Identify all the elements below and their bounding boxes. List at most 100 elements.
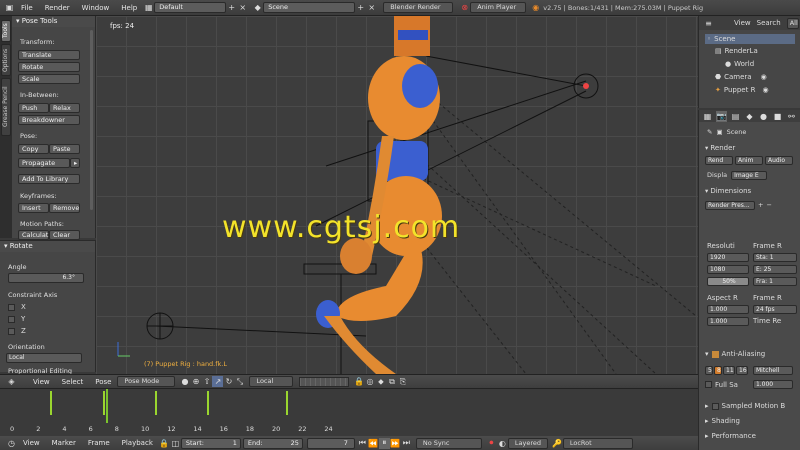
object-tab-icon[interactable]: ■ xyxy=(772,111,783,122)
jump-start-icon[interactable]: ⏮ xyxy=(357,438,368,449)
vp-select-menu[interactable]: Select xyxy=(56,378,90,386)
keyframe-marker[interactable] xyxy=(286,391,288,415)
render-still-button[interactable]: Rend xyxy=(705,155,733,165)
layers-grid[interactable] xyxy=(299,376,350,387)
performance-panel-header[interactable]: ▸ Performance xyxy=(705,432,756,440)
dimensions-panel-header[interactable]: ▾ Dimensions xyxy=(699,185,800,197)
tl-marker-menu[interactable]: Marker xyxy=(46,439,82,447)
rotate-manip-icon[interactable]: ↻ xyxy=(223,376,234,387)
constraints-tab-icon[interactable]: ⚯ xyxy=(786,111,797,122)
clear-paths-button[interactable]: Clear xyxy=(49,230,80,240)
remove-keyframe-button[interactable]: Remove xyxy=(49,203,80,213)
toolshelf-scrollbar[interactable] xyxy=(90,30,93,210)
outliner-view-menu[interactable]: View xyxy=(734,19,751,27)
axis-x-checkbox[interactable]: X xyxy=(8,303,26,311)
keyframe-marker[interactable] xyxy=(50,391,53,415)
outliner-editor-icon[interactable]: ≡ xyxy=(703,18,714,29)
outliner-item-camera[interactable]: ⬣ Camera ◉ xyxy=(715,73,767,81)
render-animation-button[interactable]: Anim xyxy=(735,155,763,165)
stop-icon[interactable]: ⊗ xyxy=(459,2,470,13)
outliner-display-select[interactable]: All xyxy=(786,17,799,29)
propagate-button[interactable]: Propagate xyxy=(18,158,70,168)
aa-samples-11[interactable]: 11 xyxy=(723,366,735,375)
remove-scene-icon[interactable]: × xyxy=(366,2,377,13)
aa-filter-select[interactable]: Mitchell xyxy=(753,366,793,375)
manipulator-icon[interactable]: ⇧ xyxy=(201,376,212,387)
translate-manip-icon[interactable]: ↗ xyxy=(212,376,224,387)
start-frame-field[interactable]: Start: 1 xyxy=(180,437,241,449)
paste-pose-button[interactable]: Paste xyxy=(49,144,80,154)
insert-keyframe-button[interactable]: Insert xyxy=(18,203,49,213)
add-preset-icon[interactable]: + xyxy=(758,201,763,209)
render-engine-select[interactable]: Blender Render xyxy=(383,2,454,13)
copy-pose-button[interactable]: Copy xyxy=(18,144,49,154)
aspect-y-field[interactable]: 1.000 xyxy=(707,317,749,326)
full-sample-checkbox[interactable] xyxy=(705,381,712,388)
menu-help[interactable]: Help xyxy=(115,4,143,12)
motion-blur-panel-header[interactable]: ▸ Sampled Motion B xyxy=(705,402,785,410)
scene-icon[interactable]: ◆ xyxy=(252,2,263,13)
outliner-item-puppet-rig[interactable]: ✦ Puppet R ◉ xyxy=(715,86,769,94)
editor-type-icon[interactable]: ◈ xyxy=(6,376,17,387)
aa-size-field[interactable]: 1.000 xyxy=(752,380,793,389)
outliner-item-renderlayers[interactable]: ▤ RenderLa xyxy=(715,47,758,55)
breakdowner-button[interactable]: Breakdowner xyxy=(18,115,80,125)
prev-keyframe-icon[interactable]: ⏪ xyxy=(368,438,379,449)
axis-y-checkbox[interactable]: Y xyxy=(8,315,25,323)
scale-manip-icon[interactable]: ⤡ xyxy=(234,376,245,387)
keying-set-icon[interactable]: 🔑 xyxy=(552,438,563,449)
timeline-editor[interactable]: 0 2 4 6 8 10 12 14 16 18 20 22 24 xyxy=(0,388,698,436)
current-frame-marker[interactable] xyxy=(105,389,108,423)
render-audio-button[interactable]: Audio xyxy=(765,155,793,165)
outliner-item-world[interactable]: ● World xyxy=(725,60,754,68)
shading-icon[interactable]: ● xyxy=(179,376,190,387)
remove-preset-icon[interactable]: − xyxy=(766,201,771,209)
lock-icon[interactable]: 🔒 xyxy=(353,376,364,387)
properties-editor-icon[interactable]: ▦ xyxy=(702,111,713,122)
render-preset-select[interactable]: Render Pres... xyxy=(705,200,755,210)
aa-samples-16[interactable]: 16 xyxy=(736,366,748,375)
world-tab-icon[interactable]: ● xyxy=(758,111,769,122)
tab-options[interactable]: Options xyxy=(1,44,11,76)
pause-icon[interactable]: ⏸ xyxy=(378,437,390,449)
translate-button[interactable]: Translate xyxy=(18,50,80,60)
calculate-paths-button[interactable]: Calculat xyxy=(18,230,49,240)
render-panel-header[interactable]: ▾ Render xyxy=(699,142,800,154)
aa-samples-5[interactable]: 5 xyxy=(705,366,713,375)
aa-panel-header[interactable]: ▾ Anti-Aliasing xyxy=(705,350,765,358)
resolution-y-field[interactable]: 1080 xyxy=(707,265,749,274)
editor-type-icon[interactable]: ◷ xyxy=(6,438,17,449)
tl-view-menu[interactable]: View xyxy=(17,439,46,447)
remove-layout-icon[interactable]: × xyxy=(237,2,248,13)
vp-pose-menu[interactable]: Pose xyxy=(89,378,117,386)
vp-view-menu[interactable]: View xyxy=(27,378,56,386)
anim-player-button[interactable]: Anim Player xyxy=(470,2,527,13)
paste-pose-icon[interactable]: ⎘ xyxy=(397,376,408,387)
frame-rate-select[interactable]: 24 fps xyxy=(753,305,797,314)
pivot-icon[interactable]: ⊕ xyxy=(190,376,201,387)
keying-set-select[interactable]: LocRot xyxy=(562,437,633,449)
jump-end-icon[interactable]: ⏭ xyxy=(401,438,412,449)
current-frame-field[interactable]: 7 xyxy=(306,437,355,449)
editor-type-icon[interactable]: ▣ xyxy=(4,2,15,13)
angle-field[interactable]: 6.3° xyxy=(8,273,84,283)
keyframe-icon[interactable]: ⬥ xyxy=(375,376,386,387)
axis-z-checkbox[interactable]: Z xyxy=(8,327,26,335)
end-frame-field[interactable]: End: 25 xyxy=(242,437,303,449)
add-layout-icon[interactable]: + xyxy=(226,2,237,13)
pin-icon[interactable]: ✎ xyxy=(707,128,712,136)
propagate-menu-button[interactable]: ▸ xyxy=(70,158,80,168)
aa-checkbox[interactable] xyxy=(711,350,719,358)
aa-samples-8[interactable]: 8 xyxy=(714,366,722,375)
rotate-button[interactable]: Rotate xyxy=(18,62,80,72)
add-scene-icon[interactable]: + xyxy=(355,2,366,13)
lock-icon[interactable]: 🔒 xyxy=(159,438,170,449)
transform-orientation-select[interactable]: Local xyxy=(249,376,294,387)
relax-button[interactable]: Relax xyxy=(49,103,80,113)
layout-field[interactable]: Default xyxy=(154,2,227,13)
keyframe-marker[interactable] xyxy=(102,391,105,415)
motion-blur-checkbox[interactable] xyxy=(711,402,719,410)
render-tab-icon[interactable]: 📷 xyxy=(716,110,727,122)
next-keyframe-icon[interactable]: ⏩ xyxy=(390,438,401,449)
menu-render[interactable]: Render xyxy=(39,4,76,12)
